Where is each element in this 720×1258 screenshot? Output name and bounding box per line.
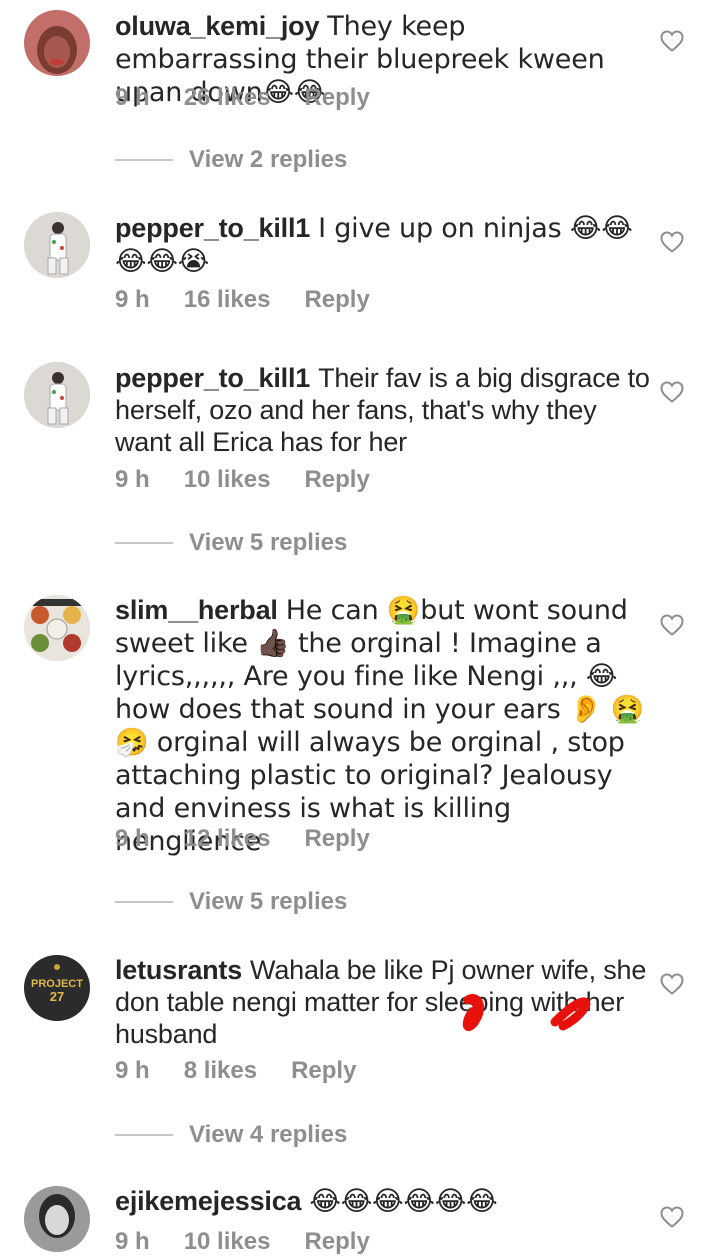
like-heart-icon[interactable] <box>660 973 684 995</box>
avatar-image <box>24 10 90 76</box>
avatar[interactable] <box>24 212 90 278</box>
svg-text:27: 27 <box>50 989 64 1004</box>
view-replies-button[interactable]: View 2 replies <box>115 146 347 174</box>
like-heart-icon[interactable] <box>660 614 684 636</box>
comment-username[interactable]: pepper_to_kill1 <box>115 363 310 393</box>
comment-time: 9 h <box>115 825 150 852</box>
comment-meta: 9 h 10 likes Reply <box>115 466 370 494</box>
comment-likes[interactable]: 26 likes <box>184 84 271 112</box>
comment-time: 9 h <box>115 466 150 493</box>
avatar-image <box>24 595 90 661</box>
avatar[interactable] <box>24 10 90 76</box>
comment-username[interactable]: letusrants <box>115 955 242 985</box>
comment-username[interactable]: pepper_to_kill1 <box>115 213 310 243</box>
reply-button[interactable]: Reply <box>304 286 369 314</box>
comment-likes[interactable]: 10 likes <box>184 1228 271 1256</box>
avatar[interactable] <box>24 362 90 428</box>
reply-button[interactable]: Reply <box>291 1057 356 1085</box>
view-replies-label: View 5 replies <box>189 529 348 556</box>
like-heart-icon[interactable] <box>660 30 684 52</box>
view-replies-label: View 2 replies <box>189 146 348 173</box>
reply-button[interactable]: Reply <box>304 825 369 853</box>
comment-meta: 9 h 10 likes Reply <box>115 1228 370 1256</box>
view-replies-button[interactable]: View 5 replies <box>115 529 347 557</box>
reply-button[interactable]: Reply <box>304 466 369 494</box>
reply-button[interactable]: Reply <box>304 84 369 112</box>
red-scribble-mark <box>462 994 591 1032</box>
avatar-image <box>24 362 90 428</box>
comment-meta: 9 h 16 likes Reply <box>115 286 370 314</box>
comment-likes[interactable]: 8 likes <box>184 1057 257 1085</box>
comment-time: 9 h <box>115 286 150 313</box>
comment-username[interactable]: slim__herbal <box>115 595 278 625</box>
comment-text: pepper_to_kill1 Their fav is a big disgra… <box>115 362 650 458</box>
avatar-image <box>24 1186 90 1252</box>
avatar[interactable]: PROJECT 27 <box>24 955 90 1021</box>
comment-body: 😂😂😂😂😂😂 <box>309 1186 498 1217</box>
comment-username[interactable]: ejikemejessica <box>115 1186 302 1216</box>
avatar[interactable] <box>24 1186 90 1252</box>
comment-meta: 9 h 26 likes Reply <box>115 84 370 112</box>
comment-meta: 9 h 8 likes Reply <box>115 1057 356 1085</box>
reply-button[interactable]: Reply <box>304 1228 369 1256</box>
replies-divider <box>115 901 173 903</box>
comment-time: 9 h <box>115 1057 150 1084</box>
like-heart-icon[interactable] <box>660 381 684 403</box>
comment-likes[interactable]: 12 likes <box>184 825 271 853</box>
comment-body: He can 🤮but wont sound sweet like 👍🏿 the… <box>115 595 645 857</box>
view-replies-button[interactable]: View 4 replies <box>115 1121 347 1149</box>
comment-likes[interactable]: 16 likes <box>184 286 271 314</box>
view-replies-button[interactable]: View 5 replies <box>115 888 347 916</box>
avatar-image: PROJECT 27 <box>24 955 90 1021</box>
comment-text: pepper_to_kill1 I give up on ninjas 😂😂😂😂😭 <box>115 212 650 278</box>
comment-text: ejikemejessica 😂😂😂😂😂😂 <box>115 1185 650 1218</box>
avatar[interactable] <box>24 595 90 661</box>
comment-time: 9 h <box>115 1228 150 1255</box>
view-replies-label: View 4 replies <box>189 1121 348 1148</box>
replies-divider <box>115 159 173 161</box>
comment-username[interactable]: oluwa_kemi_joy <box>115 11 319 41</box>
avatar-image <box>24 212 90 278</box>
like-heart-icon[interactable] <box>660 231 684 253</box>
comment-likes[interactable]: 10 likes <box>184 466 271 494</box>
replies-divider <box>115 542 173 544</box>
comment-text: slim__herbal He can 🤮but wont sound sweet… <box>115 594 650 858</box>
replies-divider <box>115 1134 173 1136</box>
comment-meta: 9 h 12 likes Reply <box>115 825 370 853</box>
like-heart-icon[interactable] <box>660 1206 684 1228</box>
comment-time: 9 h <box>115 84 150 111</box>
view-replies-label: View 5 replies <box>189 888 348 915</box>
